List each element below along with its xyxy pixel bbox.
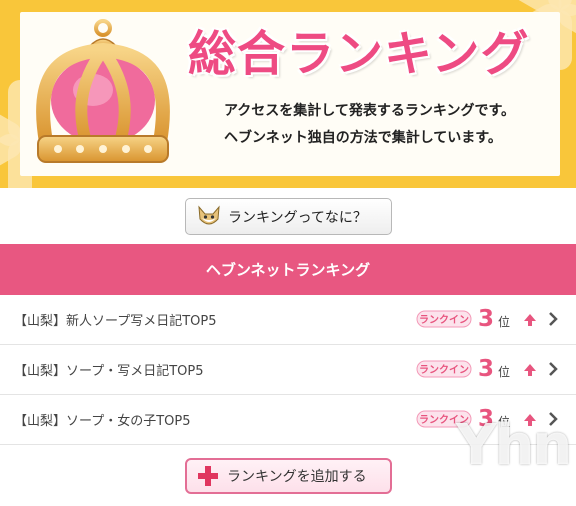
add-ranking-label: ランキングを追加する [227, 469, 367, 485]
ranking-row[interactable]: 【山梨】ソープ・写メ日記TOP5 ランクイン 3 位 [0, 345, 576, 395]
svg-text:ランクイン: ランクイン [419, 364, 469, 376]
rank-suffix: 位 [498, 365, 511, 379]
ranking-category-label: 【山梨】ソープ・女の子TOP5 [14, 414, 191, 429]
rank-in-badge: ランクイン [416, 360, 472, 378]
rank-number: 3 [478, 356, 495, 382]
rank-in-badge: ランクイン [416, 310, 472, 328]
banner-description: ヘブンネット独自の方法で集計しています。 [224, 130, 502, 146]
what-is-ranking-button[interactable]: ランキングってなに？ [185, 198, 392, 235]
svg-text:ランクイン: ランクイン [419, 314, 469, 326]
ranking-category-label: 【山梨】ソープ・写メ日記TOP5 [14, 364, 204, 379]
chevron-right-icon [549, 312, 558, 326]
up-arrow-icon [524, 364, 536, 376]
rank-suffix: 位 [498, 315, 511, 329]
crown-icon [36, 19, 170, 163]
plus-icon [198, 466, 218, 486]
section-header: ヘブンネットランキング [0, 244, 576, 295]
fox-mascot-icon [198, 205, 220, 224]
what-is-ranking-label: ランキングってなに？ [228, 209, 367, 226]
ranking-banner: 総合ランキング アクセスを集計して発表するランキングです。 ヘブンネット独自の方… [0, 0, 576, 188]
ranking-row[interactable]: 【山梨】新人ソープ写メ日記TOP5 ランクイン 3 位 [0, 295, 576, 345]
watermark-logo: Yhn [456, 413, 572, 478]
rank-number: 3 [478, 306, 495, 332]
section-title: ヘブンネットランキング [205, 261, 371, 279]
banner-title: 総合ランキング [188, 26, 530, 82]
banner-description: アクセスを集計して発表するランキングです。 [224, 103, 516, 119]
chevron-right-icon [549, 362, 558, 376]
add-ranking-button[interactable]: ランキングを追加する [185, 458, 392, 494]
ranking-category-label: 【山梨】新人ソープ写メ日記TOP5 [14, 314, 217, 329]
up-arrow-icon [524, 314, 536, 326]
